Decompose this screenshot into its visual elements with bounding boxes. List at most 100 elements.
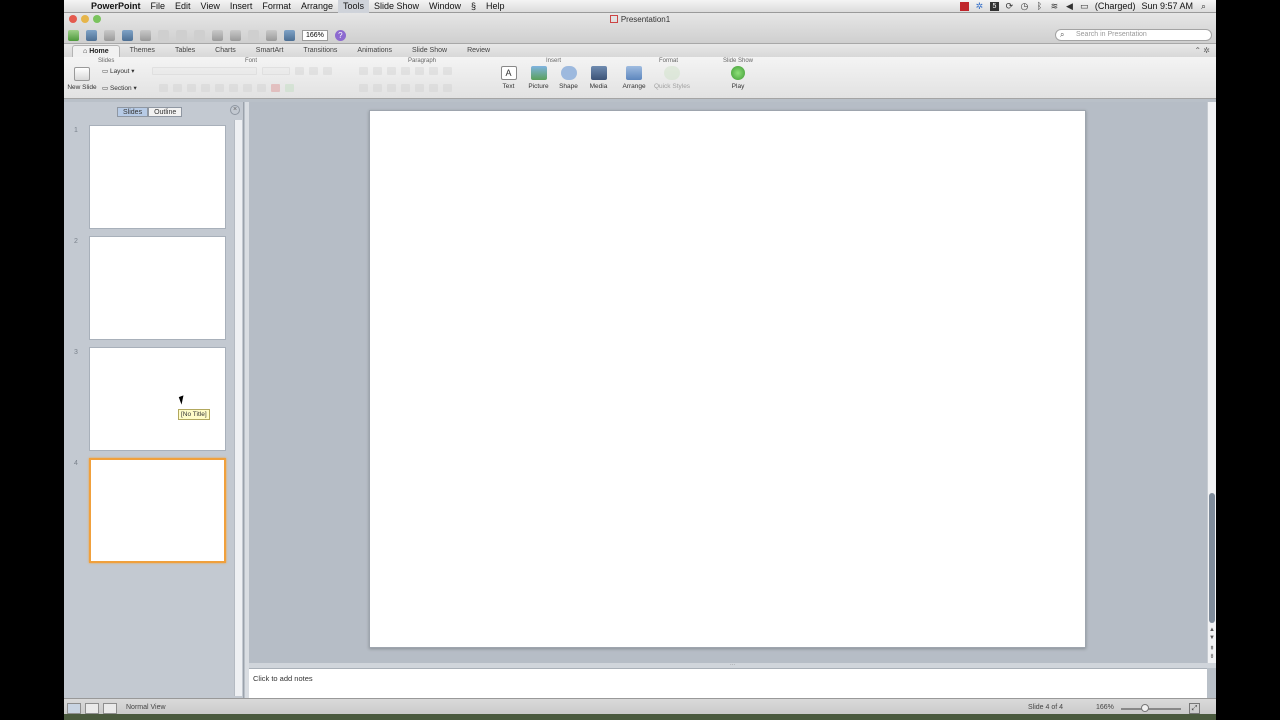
media-browser-icon[interactable] [284,29,295,41]
strikethrough-icon[interactable] [215,84,224,92]
scroll-up-icon[interactable]: ▲ [1208,627,1216,635]
fit-to-window-icon[interactable]: ⤢ [1189,703,1200,714]
layout-button[interactable]: ▭ Layout ▾ [102,67,135,75]
numbering-icon[interactable] [373,67,382,75]
align-right-icon[interactable] [387,84,396,92]
wifi-icon[interactable]: ≋ [1050,1,1059,11]
scrollbar-thumb[interactable] [1209,493,1215,623]
menu-help[interactable]: Help [481,0,510,13]
character-spacing-icon[interactable] [257,84,266,92]
bluetooth-icon[interactable]: ᛒ [1035,1,1044,11]
menu-window[interactable]: Window [424,0,466,13]
menu-arrange[interactable]: Arrange [296,0,338,13]
align-center-icon[interactable] [373,84,382,92]
menu-slide-show[interactable]: Slide Show [369,0,424,13]
shape-button[interactable]: Shape [556,66,581,90]
tab-slide-show[interactable]: Slide Show [402,45,457,57]
print-icon[interactable] [140,29,151,41]
sync-icon[interactable]: ⟳ [1005,1,1014,11]
tab-charts[interactable]: Charts [205,45,246,57]
decrease-indent-icon[interactable] [387,67,396,75]
undo-icon[interactable] [230,29,241,41]
gear-icon[interactable]: ✲ [975,1,984,11]
play-button[interactable]: Play [724,66,752,90]
align-left-icon[interactable] [359,84,368,92]
new-icon[interactable] [68,29,79,41]
font-name-select[interactable] [152,67,257,75]
search-input[interactable]: ⌕ Search in Presentation [1055,29,1212,41]
new-slide-button[interactable]: New Slide [67,67,97,91]
zoom-slider-knob[interactable] [1141,704,1149,712]
template-icon[interactable] [86,29,97,41]
tab-outline[interactable]: Outline [148,107,183,117]
save-icon[interactable] [122,29,133,41]
zoom-percentage[interactable]: 166% [1096,704,1114,711]
menu-insert[interactable]: Insert [225,0,258,13]
shrink-font-icon[interactable] [309,67,318,75]
app-status-icon[interactable]: 5 [989,1,999,11]
format-painter-icon[interactable] [212,29,223,41]
script-menu-icon[interactable]: § [466,0,481,13]
tab-tables[interactable]: Tables [165,45,205,57]
subscript-icon[interactable] [243,84,252,92]
battery-icon[interactable]: ▭ [1080,1,1089,11]
help-button[interactable]: ? [334,29,346,41]
zoom-field[interactable]: 166% [302,29,328,41]
tab-transitions[interactable]: Transitions [293,45,347,57]
text-direction-icon[interactable] [443,67,452,75]
menu-view[interactable]: View [196,0,225,13]
shadow-icon[interactable] [201,84,210,92]
cut-icon[interactable] [158,29,169,41]
convert-smartart-icon[interactable] [429,84,438,92]
volume-icon[interactable]: ◀ [1065,1,1074,11]
record-icon[interactable] [959,1,969,11]
tab-smartart[interactable]: SmartArt [246,45,294,57]
align-text-icon[interactable] [415,84,424,92]
slide-thumbnail-4[interactable] [89,458,226,563]
next-slide-icon[interactable]: ⇟ [1208,653,1216,661]
zoom-slider[interactable] [1121,708,1181,710]
grow-font-icon[interactable] [295,67,304,75]
menu-clock[interactable]: Sun 9:57 AM [1141,1,1193,11]
clear-format-icon[interactable] [323,67,332,75]
menu-edit[interactable]: Edit [170,0,196,13]
scroll-down-icon[interactable]: ▼ [1208,635,1216,643]
section-button[interactable]: ▭ Section ▾ [102,84,137,92]
font-size-select[interactable] [262,67,290,75]
close-pane-icon[interactable]: × [230,105,240,115]
menu-tools[interactable]: Tools [337,0,369,13]
font-color-icon[interactable] [271,84,280,92]
app-menu[interactable]: PowerPoint [86,0,146,13]
slide-canvas[interactable] [369,110,1086,648]
slide-sorter-view-button[interactable] [85,703,99,714]
increase-indent-icon[interactable] [401,67,410,75]
bold-icon[interactable] [159,84,168,92]
slide-thumbnail-1[interactable] [89,125,226,229]
slide-thumbnail-2[interactable] [89,236,226,340]
justify-icon[interactable] [401,84,410,92]
ribbon-collapse-icon[interactable]: ⌃ ✲ [1194,46,1210,55]
tab-home[interactable]: ⌂ Home [72,45,120,57]
prev-slide-icon[interactable]: ⇞ [1208,645,1216,653]
italic-icon[interactable] [173,84,182,92]
toolbox-icon[interactable] [266,29,277,41]
redo-icon[interactable] [248,29,259,41]
tab-themes[interactable]: Themes [120,45,165,57]
highlight-icon[interactable] [285,84,294,92]
underline-icon[interactable] [187,84,196,92]
time-machine-icon[interactable]: ◷ [1020,1,1029,11]
tab-animations[interactable]: Animations [347,45,402,57]
line-spacing-icon[interactable] [415,67,424,75]
spotlight-icon[interactable]: ⌕ [1199,1,1208,11]
bullets-icon[interactable] [359,67,368,75]
media-button[interactable]: Media [586,66,611,90]
text-box-options-icon[interactable] [443,84,452,92]
paste-icon[interactable] [194,29,205,41]
picture-button[interactable]: Picture [526,66,551,90]
text-button[interactable]: A Text [496,66,521,90]
open-icon[interactable] [104,29,115,41]
notes-pane[interactable]: Click to add notes [249,668,1207,698]
quick-styles-button[interactable]: Quick Styles [652,66,692,90]
arrange-button[interactable]: Arrange [620,66,648,90]
superscript-icon[interactable] [229,84,238,92]
